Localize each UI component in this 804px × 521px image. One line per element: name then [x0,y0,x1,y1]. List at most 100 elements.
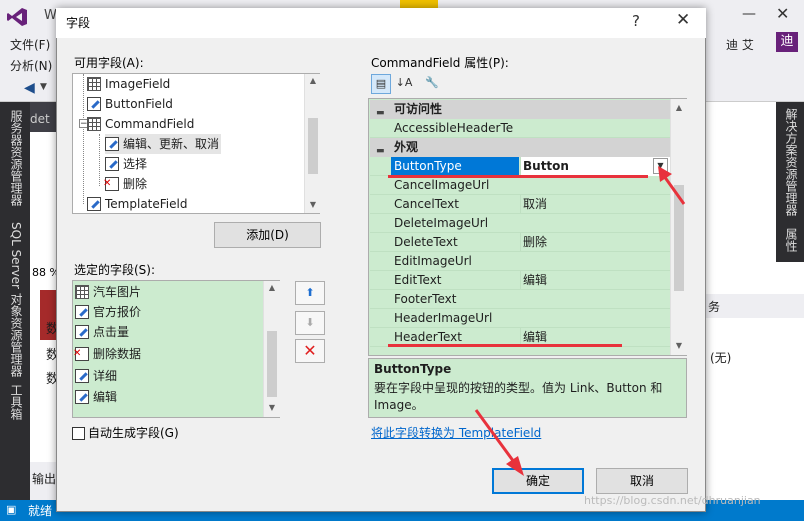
editor-tab[interactable]: det [30,112,50,126]
close-icon[interactable]: ✕ [776,4,789,23]
right-panel-label: 务 [708,300,721,314]
scroll-up-icon[interactable]: ▲ [671,103,687,112]
scroll-up-icon[interactable]: ▲ [305,76,321,85]
move-up-button[interactable]: ⬆ [295,281,325,305]
dropdown-arrow-icon[interactable]: ▼ [40,82,47,92]
properties-label: CommandField 属性(P): [371,56,509,70]
close-icon[interactable]: ✕ [676,10,690,30]
scroll-down-icon[interactable]: ▼ [305,200,321,209]
list-item[interactable]: 详细 [75,366,117,386]
bound-field-icon [75,304,89,319]
tree-item-templatefield[interactable]: TemplateField [87,194,187,214]
property-row[interactable]: CancelImageUrl [370,176,670,195]
annotation-arrow-icon [658,166,686,205]
hyperlink-field-icon [75,368,89,383]
template-field-icon [87,196,101,211]
scrollbar-thumb[interactable] [308,118,318,174]
list-item[interactable]: 官方报价 [75,302,141,322]
dialog-title: 字段 [66,16,91,30]
list-item-selected[interactable]: 编辑 [75,387,117,407]
tree-item-select[interactable]: 选择 [105,154,147,174]
add-button[interactable]: 添加(D) [214,222,321,248]
list-item[interactable]: 汽车图片 [75,282,141,302]
remove-field-button[interactable]: ✕ [295,339,325,363]
delete-field-icon [73,346,89,361]
property-row-selected[interactable]: ButtonType Button ▼ [370,157,671,176]
tree-item-imagefield[interactable]: ImageField [87,74,170,94]
delete-x-icon: ✕ [303,341,317,360]
arrow-up-icon: ⬆ [305,286,315,299]
property-row[interactable]: DeleteText 删除 [370,233,670,252]
scroll-down-icon[interactable]: ▼ [264,403,280,412]
property-row[interactable]: EditText 编辑 [370,271,670,290]
category-accessibility[interactable]: ▬ 可访问性 [370,100,670,119]
list-item[interactable]: 删除数据 [73,344,141,364]
auto-generate-label[interactable]: 自动生成字段(G) [88,424,179,441]
properties-tab[interactable]: 属性 [783,228,800,252]
edit-field-icon [75,389,89,404]
property-grid-scrollbar[interactable]: ▲ ▼ [670,99,687,355]
move-down-button[interactable]: ⬇ [295,311,325,335]
selected-fields-list[interactable]: 汽车图片 官方报价 点击量 删除数据 详细 编辑 ▲ ▼ [72,280,280,418]
vs-title-fragment: W [44,8,57,23]
property-grid[interactable]: ▬ 可访问性 AccessibleHeaderTe ▬ 外观 ButtonType B… [368,98,687,356]
image-field-icon [75,284,89,299]
minimize-icon[interactable]: — [742,6,756,22]
list-item[interactable]: 点击量 [75,322,129,342]
property-row[interactable]: HeaderImageUrl [370,309,670,328]
property-row[interactable]: CancelText 取消 [370,195,670,214]
button-field-icon [87,96,101,111]
user-name[interactable]: 迪 艾 [726,36,754,53]
property-row[interactable]: FooterText [370,290,670,309]
scrollbar-thumb[interactable] [267,331,277,397]
toolbox-tab[interactable]: 工具箱 [8,384,25,420]
watermark: https://blog.csdn.net/dhruanjian [584,494,761,507]
categorized-icon[interactable]: ▤ [371,74,391,94]
tree-item-delete[interactable]: 删除 [103,174,147,194]
available-fields-scrollbar[interactable]: ▲ ▼ [304,74,321,213]
bound-field-icon [75,324,89,339]
avatar[interactable]: 迪 [776,32,798,52]
menu-file[interactable]: 文件(F) [10,36,50,53]
properties-toolbar: ▤ ↓A 🔧 [368,72,688,96]
available-fields-label: 可用字段(A): [74,56,144,70]
scroll-down-icon[interactable]: ▼ [671,341,687,350]
delete-field-icon [103,176,119,191]
image-field-icon [87,76,101,91]
property-row[interactable]: AccessibleHeaderTe [370,119,670,138]
solution-explorer-tab[interactable]: 解决方案资源管理器 [783,108,800,216]
server-explorer-tab[interactable]: 服务器资源管理器 [8,110,25,206]
output-tab[interactable]: 输出 [32,470,56,487]
back-arrow-icon[interactable]: ◀ [24,80,35,96]
annotation-arrow-icon [474,409,524,476]
status-icon: ▣ [6,503,17,516]
edit-field-icon [105,136,119,151]
menu-analyze[interactable]: 分析(N) [10,57,52,74]
alphabetical-icon[interactable]: ↓A [394,74,414,94]
annotation-underline [388,175,648,178]
right-panel-value: (无) [710,351,732,365]
arrow-down-icon: ⬇ [305,316,315,329]
tree-item-buttonfield[interactable]: ButtonField [87,94,173,114]
scroll-up-icon[interactable]: ▲ [264,283,280,292]
dialog-titlebar [56,8,706,38]
cancel-button[interactable]: 取消 [596,468,688,494]
right-panel-header [706,294,804,318]
selected-fields-label: 选定的字段(S): [74,263,156,277]
category-appearance[interactable]: ▬ 外观 [370,138,670,157]
description-title: ButtonType [374,362,452,376]
tree-item-edit-update-cancel[interactable]: 编辑、更新、取消 [105,134,222,154]
available-fields-tree[interactable]: − ImageField ButtonField CommandField 编辑… [72,73,321,214]
annotation-underline [388,344,622,347]
wrench-icon[interactable]: 🔧 [422,74,442,94]
sql-server-explorer-tab[interactable]: SQL Server 对象资源管理器 [8,222,25,377]
tree-item-commandfield[interactable]: CommandField [87,114,194,134]
select-field-icon [105,156,119,171]
property-row[interactable]: DeleteImageUrl [370,214,670,233]
selected-fields-scrollbar[interactable]: ▲ ▼ [263,281,280,417]
status-text: 就绪 [28,504,53,518]
auto-generate-checkbox[interactable] [72,427,85,440]
property-row[interactable]: EditImageUrl [370,252,670,271]
command-field-icon [87,116,101,131]
help-icon[interactable]: ? [632,12,640,30]
